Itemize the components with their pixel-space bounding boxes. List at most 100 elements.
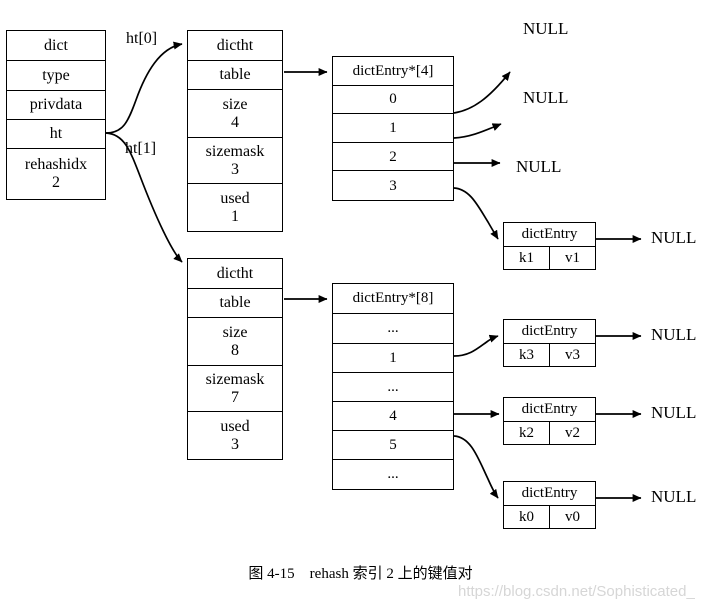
wire-ht0: [105, 41, 183, 134]
figure-caption: 图 4-15 rehash 索引 2 上的键值对: [248, 566, 473, 582]
ht1-field-size-value: 8: [231, 341, 239, 359]
watermark: https://blog.csdn.net/Sophisticated_: [458, 583, 695, 600]
dict-entry-k3-kv: k3 v3: [504, 344, 595, 366]
ht0-bucket-slot-0-label: 0: [389, 91, 397, 108]
null-label-slot2: NULL: [516, 157, 562, 176]
dict-entry-k3-title: dictEntry: [504, 320, 595, 344]
ht0-bucket-slot-2-label: 2: [389, 148, 397, 165]
dict-entry-k2-kv: k2 v2: [504, 422, 595, 444]
ht1-bucket-slot-2-label: ...: [387, 378, 399, 395]
ht0-title-cell: dictht: [188, 31, 282, 61]
ht0-bucket-slot-0[interactable]: 0: [333, 85, 453, 115]
ht1-bucket-slot-5-label: ...: [387, 466, 399, 483]
dict-entry-k3-value: v3: [565, 346, 580, 363]
ht1-bucket-slot-0[interactable]: ...: [333, 314, 453, 344]
wire-slot5-entry-k0: [453, 435, 499, 499]
ht0-field-used-value: 1: [231, 207, 239, 225]
ht1-bucket-array-title-text: dictEntry*[8]: [352, 290, 434, 307]
ht1-pointer-label: ht[1]: [125, 140, 157, 157]
ht1-field-sizemask: sizemask 7: [188, 365, 282, 413]
ht1-bucket-slot-4[interactable]: 5: [333, 431, 453, 460]
dict-entry-k0-title: dictEntry: [504, 482, 595, 506]
dict-field-privdata: privdata: [7, 91, 105, 120]
dict-entry-k0-key: k0: [504, 506, 550, 528]
ht0-bucket-slot-1-label: 1: [389, 119, 397, 136]
ht1-bucket-slot-3[interactable]: 4: [333, 402, 453, 431]
dict-field-type-label: type: [42, 66, 70, 84]
ht0-field-used: used 1: [188, 184, 282, 231]
dict-field-ht-label: ht: [49, 125, 63, 143]
ht1-field-used-value: 3: [231, 435, 239, 453]
dict-entry-k1-value: v1: [565, 249, 580, 266]
dict-field-rehashidx-value: 2: [52, 173, 60, 191]
dict-field-type: type: [7, 61, 105, 91]
dict-field-ht: ht: [7, 120, 105, 149]
wire-slot3-entry-k1: [453, 187, 499, 240]
dict-entry-k3-key: k3: [504, 344, 550, 366]
dict-title-cell: dict: [7, 31, 105, 61]
dict-entry-k2-title: dictEntry: [504, 398, 595, 422]
ht0-field-table-label: table: [219, 66, 251, 84]
ht1-bucket-slot-1[interactable]: 1: [333, 344, 453, 373]
ht0-field-sizemask-label: sizemask: [205, 143, 265, 161]
ht0-field-sizemask: sizemask 3: [188, 137, 282, 185]
dict-entry-k3: dictEntry k3 v3: [503, 319, 596, 367]
dict-entry-k1: dictEntry k1 v1: [503, 222, 596, 270]
ht1-title-cell: dictht: [188, 259, 282, 289]
null-label-slot0: NULL: [523, 19, 569, 38]
ht0-field-size-label: size: [222, 96, 248, 114]
dict-field-rehashidx: rehashidx 2: [7, 149, 105, 198]
ht1-title: dictht: [216, 264, 254, 282]
ht0-pointer-label: ht[0]: [126, 30, 158, 47]
wire-slot0-null: [453, 71, 511, 114]
dict-entry-k1-next-null: NULL: [651, 228, 697, 247]
ht1-field-sizemask-label: sizemask: [205, 371, 265, 389]
ht1-bucket-array-title: dictEntry*[8]: [333, 284, 453, 314]
dict-entry-k1-kv: k1 v1: [504, 247, 595, 269]
dict-entry-k0-value: v0: [565, 508, 580, 525]
dict-entry-k0-next-null: NULL: [651, 487, 697, 506]
ht0-bucket-slot-3[interactable]: 3: [333, 171, 453, 201]
dict-struct-box: dict type privdata ht rehashidx 2: [6, 30, 106, 200]
figure-canvas: dict type privdata ht rehashidx 2 ht[0] …: [0, 0, 721, 609]
ht0-field-table: table: [188, 60, 282, 91]
ht0-bucket-slot-2[interactable]: 2: [333, 142, 453, 172]
ht1-field-size: size 8: [188, 318, 282, 366]
ht1-bucket-slot-0-label: ...: [387, 320, 399, 337]
ht1-bucket-slot-2[interactable]: ...: [333, 373, 453, 402]
ht1-bucket-array: dictEntry*[8] ... 1 ... 4 5 ...: [332, 283, 454, 490]
ht0-bucket-array-title-text: dictEntry*[4]: [352, 62, 434, 79]
dict-entry-k0-kv: k0 v0: [504, 506, 595, 528]
ht0-dictht-box: dictht table size 4 sizemask 3 used 1: [187, 30, 283, 232]
ht1-field-size-label: size: [222, 324, 248, 342]
ht1-bucket-slot-4-label: 5: [389, 436, 397, 453]
dict-entry-k1-title: dictEntry: [504, 223, 595, 247]
dict-entry-k2-key: k2: [504, 422, 550, 444]
ht0-title: dictht: [216, 36, 254, 54]
ht1-field-used-label: used: [220, 418, 250, 436]
ht0-field-sizemask-value: 3: [231, 160, 239, 178]
dict-entry-k1-key: k1: [504, 247, 550, 269]
ht1-field-table-label: table: [219, 294, 251, 312]
dict-entry-k3-next-null: NULL: [651, 325, 697, 344]
null-label-slot1: NULL: [523, 88, 569, 107]
ht0-field-used-label: used: [220, 190, 250, 208]
wire-slot1b-entry-k3: [453, 334, 499, 357]
ht1-field-sizemask-value: 7: [231, 388, 239, 406]
ht0-field-size: size 4: [188, 90, 282, 138]
dict-entry-k2: dictEntry k2 v2: [503, 397, 596, 445]
dict-entry-k2-next-null: NULL: [651, 403, 697, 422]
ht0-bucket-array-title: dictEntry*[4]: [333, 57, 453, 86]
ht1-bucket-slot-1-label: 1: [389, 349, 397, 366]
ht1-bucket-slot-5[interactable]: ...: [333, 460, 453, 489]
ht1-bucket-slot-3-label: 4: [389, 407, 397, 424]
ht0-field-size-value: 4: [231, 113, 239, 131]
ht1-field-table: table: [188, 288, 282, 319]
ht0-bucket-slot-3-label: 3: [389, 177, 397, 194]
wire-slot1-null: [453, 123, 502, 139]
ht0-bucket-array: dictEntry*[4] 0 1 2 3: [332, 56, 454, 201]
dict-entry-k2-value: v2: [565, 424, 580, 441]
ht1-field-used: used 3: [188, 412, 282, 459]
ht0-bucket-slot-1[interactable]: 1: [333, 114, 453, 143]
dict-entry-k0: dictEntry k0 v0: [503, 481, 596, 529]
